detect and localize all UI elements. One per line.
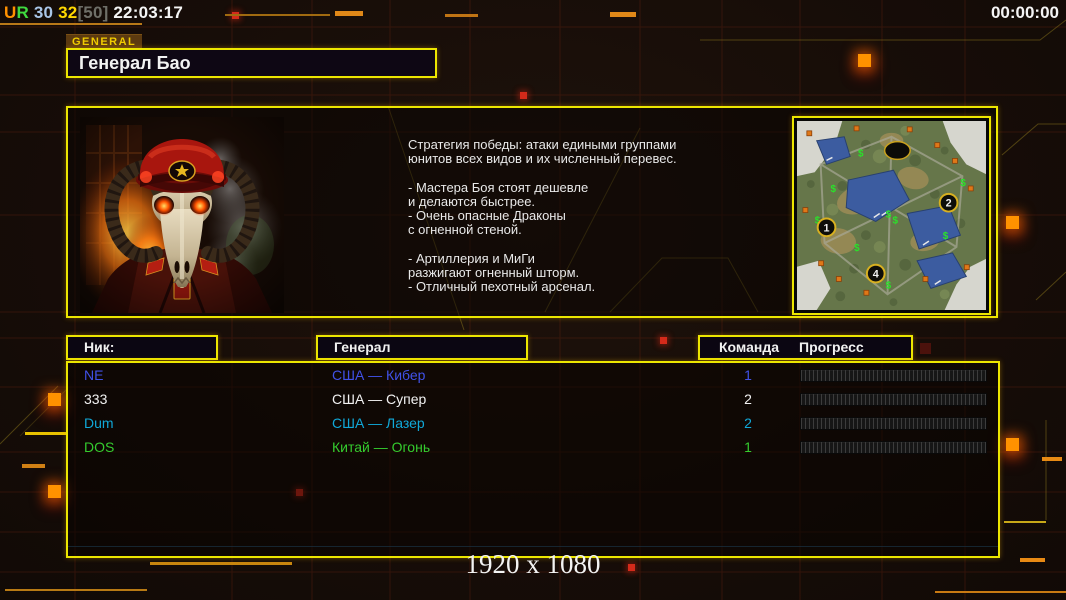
progress-bar xyxy=(800,369,987,382)
player-nick: 333 xyxy=(84,391,108,407)
player-general: Китай — Огонь xyxy=(332,439,431,455)
orange-dash-decoration xyxy=(610,12,636,17)
strategy-line: - Отличный пехотный арсенал. xyxy=(408,278,596,294)
strategy-line xyxy=(408,165,738,179)
player-row: NE США — Кибер 1 xyxy=(68,367,998,385)
orange-line-decoration xyxy=(935,591,1066,593)
team-header-label: Команда xyxy=(719,339,779,355)
player-row: Dum США — Лазер 2 xyxy=(68,415,998,433)
network-status-bar: UR 30 32[50] 22:03:17 xyxy=(4,3,183,23)
status-part: R xyxy=(16,3,29,22)
status-part: U xyxy=(4,3,17,22)
status-clock: 22:03:17 xyxy=(108,3,184,22)
column-header-general: Генерал xyxy=(316,335,528,360)
general-header-label: Генерал xyxy=(334,339,391,355)
player-row: DOS Китай — Огонь 1 xyxy=(68,439,998,457)
progress-bar xyxy=(800,441,987,454)
strategy-line: юнитов всех видов и их численный перевес… xyxy=(408,151,677,167)
svg-text:$: $ xyxy=(858,148,864,159)
general-title-box: Генерал Бао xyxy=(66,48,437,78)
glow-square-decoration xyxy=(48,485,61,498)
column-header-team-progress: Команда Прогресс xyxy=(698,335,913,360)
general-tab-label: GENERAL xyxy=(66,34,143,48)
status-part: [50] xyxy=(77,3,109,22)
orange-line-decoration xyxy=(225,14,330,16)
player-team: 2 xyxy=(744,391,752,407)
strategy-line: Стратегия победы: атаки едиными группами xyxy=(408,137,677,152)
svg-text:$: $ xyxy=(830,184,836,195)
minimap-start-1: 1 xyxy=(816,217,837,238)
orange-dash-decoration xyxy=(445,14,478,17)
progress-bar xyxy=(800,417,987,430)
player-nick: NE xyxy=(84,367,104,383)
svg-text:$: $ xyxy=(854,243,860,254)
svg-text:$: $ xyxy=(892,215,898,226)
progress-header-label: Прогресс xyxy=(799,339,864,355)
svg-text:$: $ xyxy=(960,178,966,189)
general-portrait xyxy=(80,117,284,313)
svg-text:4: 4 xyxy=(873,269,879,281)
table-inner-line-decoration xyxy=(68,546,998,547)
glow-square-decoration xyxy=(1006,438,1019,451)
player-team: 2 xyxy=(744,415,752,431)
status-part: 30 xyxy=(28,3,54,22)
strategy-line: с огненной стеной. xyxy=(408,222,522,238)
strategy-description: Стратегия победы: атаки едиными группами… xyxy=(408,137,738,294)
page-title: Генерал Бао xyxy=(79,53,191,73)
portrait-vignette xyxy=(80,117,284,313)
game-timer: 00:00:00 xyxy=(990,3,1059,22)
svg-text:2: 2 xyxy=(946,198,952,210)
yellow-dash-decoration xyxy=(25,432,68,435)
progress-bar xyxy=(800,393,987,406)
glow-square-decoration xyxy=(1006,216,1019,229)
svg-text:$: $ xyxy=(886,280,892,291)
svg-text:$: $ xyxy=(886,209,892,220)
orange-dash-decoration xyxy=(1042,457,1062,461)
status-underline-decoration xyxy=(0,23,142,25)
strategy-line: - Очень опасные Драконы xyxy=(408,207,566,223)
player-nick: DOS xyxy=(84,439,115,455)
loading-screen: UR 30 32[50] 22:03:17 00:00:00 GENERAL Г… xyxy=(0,0,1066,600)
orange-line-decoration xyxy=(5,589,147,591)
minimap-empty-slot xyxy=(883,140,911,161)
player-team: 1 xyxy=(744,439,752,455)
strategy-line xyxy=(408,236,738,250)
player-general: США — Кибер xyxy=(332,367,426,383)
svg-text:$: $ xyxy=(943,231,949,242)
column-header-nick: Ник: xyxy=(66,335,218,360)
strategy-line: и делаются быстрее. xyxy=(408,193,536,209)
player-row: 333 США — Супер 2 xyxy=(68,391,998,409)
minimap-start-2: 2 xyxy=(938,192,959,213)
minimap-image: $ $ $ $ $ $ $ $ $ 1 2 4 xyxy=(797,121,986,310)
status-part: 32 xyxy=(53,3,78,22)
player-team: 1 xyxy=(744,367,752,383)
players-table: NE США — Кибер 1 333 США — Супер 2 Dum С… xyxy=(66,361,1000,558)
dim-square-decoration xyxy=(920,343,931,354)
player-general: США — Супер xyxy=(332,391,427,407)
red-square-decoration xyxy=(660,337,667,344)
minimap-start-4: 4 xyxy=(865,263,886,284)
player-nick: Dum xyxy=(84,415,114,431)
glow-square-decoration xyxy=(858,54,871,67)
glow-square-decoration xyxy=(48,393,61,406)
nick-header-label: Ник: xyxy=(84,339,115,355)
orange-dash-decoration xyxy=(335,11,363,16)
strategy-line: - Мастера Боя стоят дешевле xyxy=(408,179,589,195)
map-preview: $ $ $ $ $ $ $ $ $ 1 2 4 xyxy=(792,116,991,315)
orange-dash-decoration xyxy=(22,464,45,468)
strategy-line: - Артиллерия и МиГи xyxy=(408,250,535,266)
svg-text:1: 1 xyxy=(824,222,830,234)
red-square-decoration xyxy=(520,92,527,99)
yellow-line-decoration xyxy=(1004,521,1046,523)
strategy-line: разжигают огненный шторм. xyxy=(408,264,580,280)
player-general: США — Лазер xyxy=(332,415,425,431)
resolution-label: 1920 x 1080 xyxy=(465,549,601,579)
